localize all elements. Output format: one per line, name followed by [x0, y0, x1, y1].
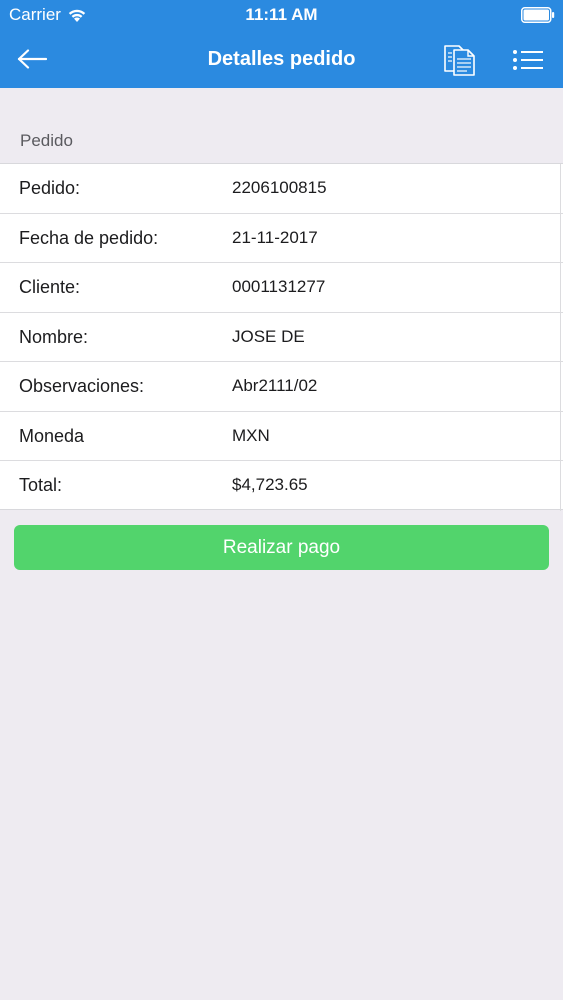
detail-row-order: Pedido: 2206100815 [0, 164, 563, 214]
documents-icon [444, 45, 475, 76]
detail-label: Cliente: [19, 277, 81, 297]
detail-label: Pedido: [19, 178, 81, 198]
detail-value: 0001131277 [232, 277, 326, 296]
top-bar: Carrier 11:11 AM Detalles pedido [0, 0, 563, 88]
detail-row-client: Cliente: 0001131277 [0, 263, 563, 313]
documents-button[interactable] [440, 42, 480, 78]
detail-label: Observaciones: [19, 376, 145, 396]
detail-label: Fecha de pedido: [19, 227, 159, 248]
detail-value: 21-11-2017 [232, 227, 318, 247]
detail-value: $4,723.65 [232, 475, 308, 494]
detail-label: Nombre: [19, 326, 89, 347]
detail-value: JOSE DE [232, 326, 305, 346]
order-details-table: Pedido: 2206100815 Fecha de pedido: 21-1… [0, 163, 563, 511]
detail-label: Moneda [19, 425, 85, 446]
list-icon [513, 50, 543, 70]
detail-value: Abr2111/02 [232, 376, 318, 395]
menu-button[interactable] [508, 44, 548, 76]
status-time: 11:11 AM [245, 5, 318, 24]
detail-row-currency: Moneda MXN [0, 411, 563, 461]
detail-label: Total: [19, 475, 63, 495]
detail-row-name: Nombre: JOSE DE [0, 312, 563, 362]
section-header: Pedido [20, 131, 73, 150]
detail-row-total: Total: $4,723.65 [0, 461, 563, 511]
navigation-bar: Detalles pedido [0, 32, 563, 88]
status-bar: Carrier 11:11 AM [0, 0, 563, 30]
make-payment-button[interactable]: Realizar pago [14, 525, 549, 570]
battery-icon [521, 7, 555, 23]
detail-row-notes: Observaciones: Abr2111/02 [0, 362, 563, 412]
detail-value: MXN [232, 425, 270, 445]
detail-row-date: Fecha de pedido: 21-11-2017 [0, 213, 563, 263]
detail-value: 2206100815 [232, 178, 327, 197]
